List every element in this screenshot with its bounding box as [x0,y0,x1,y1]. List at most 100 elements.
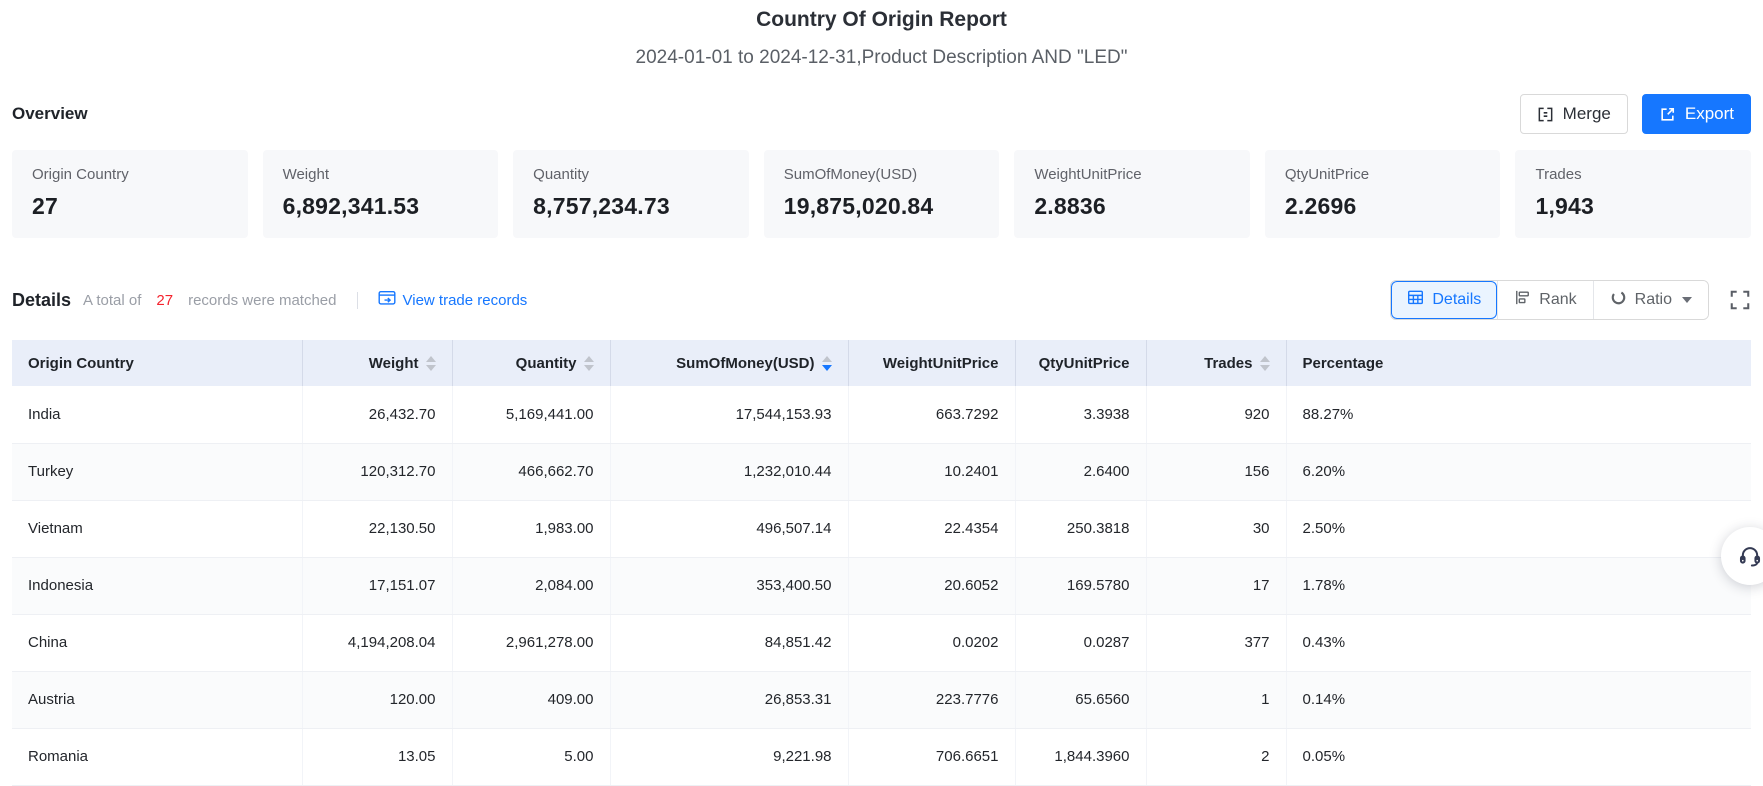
overview-heading: Overview [12,104,88,124]
merge-button[interactable]: Merge [1520,94,1628,134]
cell-qup: 3.3938 [1015,386,1146,443]
match-summary-prefix: A total of [83,292,141,309]
cell-wup: 10.2401 [848,443,1015,500]
stat-card-value: 27 [32,193,228,220]
cell-quantity: 1,983.00 [452,500,610,557]
table-row: Turkey120,312.70466,662.701,232,010.4410… [12,443,1751,500]
column-header-sum[interactable]: SumOfMoney(USD) [610,340,848,386]
column-label: QtyUnitPrice [1039,355,1130,372]
cell-qup: 169.5780 [1015,557,1146,614]
cell-quantity: 2,961,278.00 [452,614,610,671]
cell-trades: 920 [1146,386,1286,443]
stat-card-value: 2.8836 [1034,193,1230,220]
page-title: Country Of Origin Report [0,0,1763,32]
cell-weight: 17,151.07 [302,557,452,614]
stat-card-label: Quantity [533,166,729,183]
table-header-row: Origin Country Weight Quantity SumOfMoney(U… [12,340,1751,386]
column-header-trades[interactable]: Trades [1146,340,1286,386]
stat-card-value: 1,943 [1535,193,1731,220]
stat-card: WeightUnitPrice 2.8836 [1014,150,1250,238]
view-trade-records-link[interactable]: View trade records [378,290,528,310]
export-button-label: Export [1685,104,1734,124]
origin-country-table: Origin Country Weight Quantity SumOfMoney(U… [12,340,1751,786]
cell-wup: 223.7776 [848,671,1015,728]
stat-card: Weight 6,892,341.53 [263,150,499,238]
cell-qup: 2.6400 [1015,443,1146,500]
table-row: India26,432.705,169,441.0017,544,153.936… [12,386,1751,443]
cell-sum: 9,221.98 [610,728,848,785]
column-label: Origin Country [28,355,134,372]
overview-actions: Merge Export [1520,94,1751,134]
cell-quantity: 5,169,441.00 [452,386,610,443]
column-header-wup: WeightUnitPrice [848,340,1015,386]
cell-sum: 1,232,010.44 [610,443,848,500]
column-header-pct: Percentage [1286,340,1751,386]
cell-country: Vietnam [12,500,302,557]
export-icon [1659,106,1676,123]
table-row: Vietnam22,130.501,983.00496,507.1422.435… [12,500,1751,557]
fullscreen-button[interactable] [1729,289,1751,311]
cell-sum: 353,400.50 [610,557,848,614]
rank-icon [1514,289,1531,311]
cell-sum: 84,851.42 [610,614,848,671]
column-label: WeightUnitPrice [883,355,999,372]
cell-qup: 1,844.3960 [1015,728,1146,785]
stat-card-value: 8,757,234.73 [533,193,729,220]
table-row: Austria120.00409.0026,853.31223.777665.6… [12,671,1751,728]
sort-icon[interactable] [584,356,594,371]
column-header-weight[interactable]: Weight [302,340,452,386]
cell-country: Turkey [12,443,302,500]
cell-trades: 2 [1146,728,1286,785]
cell-sum: 496,507.14 [610,500,848,557]
cell-quantity: 466,662.70 [452,443,610,500]
report-filter-subtitle: 2024-01-01 to 2024-12-31,Product Descrip… [0,47,1763,69]
cell-country: India [12,386,302,443]
sort-icon[interactable] [1260,356,1270,371]
cell-quantity: 409.00 [452,671,610,728]
cell-country: Austria [12,671,302,728]
cell-quantity: 5.00 [452,728,610,785]
sort-icon[interactable] [822,356,832,371]
column-header-quantity[interactable]: Quantity [452,340,610,386]
export-button[interactable]: Export [1642,94,1751,134]
cell-sum: 26,853.31 [610,671,848,728]
cell-trades: 17 [1146,557,1286,614]
cell-country: Romania [12,728,302,785]
sort-icon[interactable] [426,356,436,371]
stat-card-value: 2.2696 [1285,193,1481,220]
tab-rank[interactable]: Rank [1497,281,1592,319]
details-bar: Details A total of 27 records were match… [0,280,1763,320]
merge-button-label: Merge [1563,104,1611,124]
overview-cards: Origin Country 27 Weight 6,892,341.53 Qu… [0,150,1763,238]
stat-card-label: Weight [283,166,479,183]
stat-card: QtyUnitPrice 2.2696 [1265,150,1501,238]
column-label: Percentage [1303,355,1384,372]
cell-wup: 663.7292 [848,386,1015,443]
column-label: Quantity [516,355,577,372]
cell-pct: 1.78% [1286,557,1751,614]
cell-sum: 17,544,153.93 [610,386,848,443]
cell-wup: 0.0202 [848,614,1015,671]
cell-weight: 22,130.50 [302,500,452,557]
details-heading: Details [12,290,71,311]
chevron-down-icon [1682,297,1692,303]
column-label: Trades [1204,355,1252,372]
cell-weight: 26,432.70 [302,386,452,443]
merge-icon [1537,106,1554,123]
stat-card-value: 6,892,341.53 [283,193,479,220]
stat-card-label: QtyUnitPrice [1285,166,1481,183]
table-row: Indonesia17,151.072,084.00353,400.5020.6… [12,557,1751,614]
cell-qup: 65.6560 [1015,671,1146,728]
cell-pct: 6.20% [1286,443,1751,500]
cell-weight: 120,312.70 [302,443,452,500]
stat-card-label: WeightUnitPrice [1034,166,1230,183]
trade-records-icon [378,290,396,310]
cell-weight: 13.05 [302,728,452,785]
match-count: 27 [153,292,176,309]
cell-trades: 1 [1146,671,1286,728]
tab-ratio[interactable]: Ratio [1593,281,1708,319]
cell-trades: 377 [1146,614,1286,671]
stat-card: SumOfMoney(USD) 19,875,020.84 [764,150,1000,238]
tab-details[interactable]: Details [1391,281,1497,319]
stat-card-value: 19,875,020.84 [784,193,980,220]
